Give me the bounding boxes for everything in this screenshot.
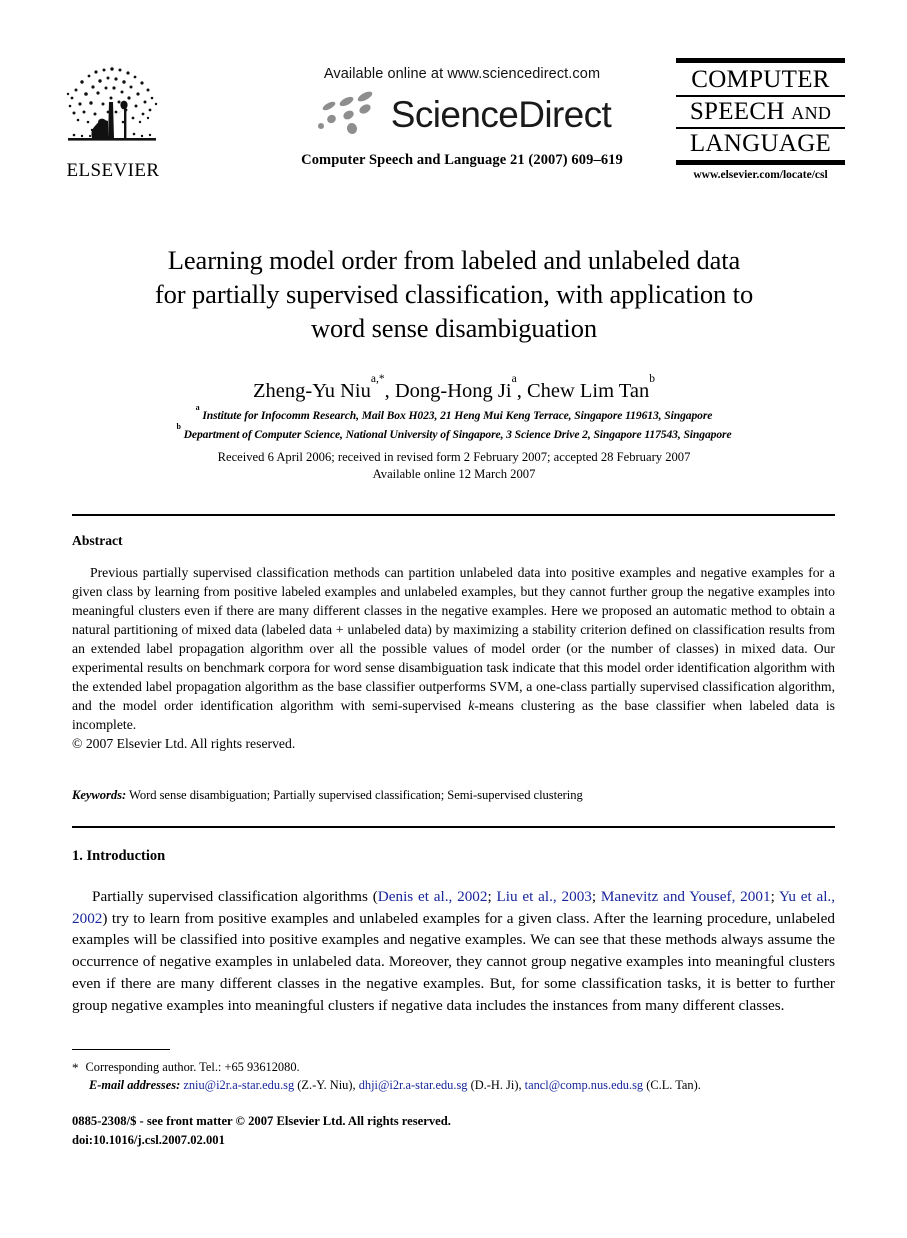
affiliation-b-mark: b [176,421,181,431]
divider-above-abstract [72,514,835,516]
affiliation-a-mark: a [195,403,200,412]
issn-front-matter-line: 0885-2308/$ - see front matter © 2007 El… [72,1114,451,1128]
abstract-paragraph: Previous partially supervised classifica… [72,563,835,734]
journal-logo-frame: COMPUTER SPEECH AND LANGUAGE [676,58,845,165]
author-3-name: Chew Lim Tan [526,380,650,402]
citation-link-2[interactable]: Liu et al., 2003 [497,888,592,905]
keywords-line: Keywords: Word sense disambiguation; Par… [72,788,835,803]
title-block: Learning model order from labeled and un… [103,243,805,346]
citation-sep-1: ; [487,888,497,905]
affiliation-a-text: Institute for Infocomm Research, Mail Bo… [202,408,713,422]
email-link-1[interactable]: zniu@i2r.a-star.edu.sg [183,1078,294,1092]
intro-lead-text: Partially supervised classification algo… [92,888,378,905]
author-3: Chew Lim Tanb [526,373,655,402]
abstract-heading: Abstract [72,533,123,548]
journal-logo-line-1: COMPUTER [691,66,830,93]
page-title: Learning model order from labeled and un… [103,243,805,346]
journal-citation-line: Computer Speech and Language 21 (2007) 6… [301,152,623,168]
journal-logo-line-2-small: AND [791,103,832,123]
divider-below-keywords [72,826,835,828]
masthead: ELSEVIER Available online at www.science… [62,58,845,203]
keywords-label: Keywords: [72,788,127,802]
received-dates-line: Received 6 April 2006; received in revis… [217,450,691,464]
sciencedirect-logo: ScienceDirect [252,89,672,139]
citation-sep-3: ; [770,888,780,905]
affiliation-b-text: Department of Computer Science, National… [183,427,732,441]
footnote-corresponding-author: * Corresponding author. Tel.: +65 9361208… [72,1057,835,1076]
footnote-divider [72,1049,170,1050]
doi-line: doi:10.1016/j.csl.2007.02.001 [72,1132,225,1147]
journal-logo-box: COMPUTER SPEECH AND LANGUAGE www.elsevie… [676,58,845,181]
keywords-terms: Word sense disambiguation; Partially sup… [129,788,583,802]
email-link-3[interactable]: tancl@comp.nus.edu.sg [525,1078,643,1092]
title-line-1: Learning model order from labeled and un… [167,245,741,275]
sciencedirect-wordmark: ScienceDirect [390,93,612,135]
footnote-star-marker: * [72,1060,79,1075]
email-owner-2: (D.-H. Ji) [470,1078,519,1093]
affiliation-b: b Department of Computer Science, Nation… [103,421,805,444]
abstract-copyright: © 2007 Elsevier Ltd. All rights reserved… [72,736,296,752]
journal-logo-line-2: SPEECH AND [676,95,845,127]
citation-sep-2: ; [591,888,601,905]
author-2-name: Dong-Hong Ji [394,380,512,402]
sciencedirect-dots-icon [313,89,387,137]
author-list: Zheng-Yu Niua,*, Dong-Hong Jia, Chew Lim… [103,373,805,403]
available-online-date: Available online 12 March 2007 [372,467,536,482]
footnote-block: * Corresponding author. Tel.: +65 9361208… [72,1057,835,1095]
author-2-marks: a [511,372,517,385]
email-link-2[interactable]: dhji@i2r.a-star.edu.sg [359,1078,468,1092]
footer-block: 0885-2308/$ - see front matter © 2007 El… [72,1112,835,1150]
journal-logo-line-3: LANGUAGE [676,127,845,159]
author-1-marks: a,* [370,372,385,385]
introduction-body: Partially supervised classification algo… [72,886,835,1016]
section-heading-introduction: 1. Introduction [72,848,166,864]
intro-rest-text: ) try to learn from positive examples an… [72,909,835,1014]
publication-dates: Received 6 April 2006; received in revis… [103,449,805,484]
elsevier-logo: ELSEVIER [62,60,164,190]
affiliation-list: a Institute for Infocomm Research, Mail … [103,403,805,444]
title-line-2: for partially supervised classification,… [154,279,754,310]
email-owner-1: (Z.-Y. Niu) [297,1078,353,1093]
email-owner-3: (C.L. Tan) [646,1078,698,1093]
author-3-marks: b [649,372,655,385]
sciencedirect-block: Available online at www.sciencedirect.co… [252,66,672,169]
author-2: Dong-Hong Jia [394,373,517,402]
abstract-body: Previous partially supervised classifica… [72,563,835,753]
author-1-name: Zheng-Yu Niu [253,380,371,402]
abstract-text-part-1: Previous partially supervised classifica… [72,565,835,714]
footnote-emails-label: E-mail addresses: [89,1078,181,1093]
title-line-3: word sense disambiguation [310,313,597,344]
author-sep-2: , [516,380,527,402]
citation-link-3[interactable]: Manevitz and Yousef, 2001 [601,888,771,905]
available-online-text: Available online at www.sciencedirect.co… [323,66,601,82]
citation-link-1[interactable]: Denis et al., 2002 [378,888,488,905]
footnote-corresponding-text: Corresponding author. Tel.: +65 93612080… [85,1060,300,1074]
introduction-paragraph: Partially supervised classification algo… [72,886,835,1016]
journal-logo-line-2-main: SPEECH [689,98,785,125]
elsevier-wordmark: ELSEVIER [66,160,160,181]
affiliation-a: a Institute for Infocomm Research, Mail … [103,403,805,425]
elsevier-tree-icon [62,60,162,160]
footnote-emails: E-mail addresses: zniu@i2r.a-star.edu.sg… [89,1078,701,1093]
paper-page: ELSEVIER Available online at www.science… [0,0,907,1238]
author-sep-1: , [384,380,395,402]
journal-url: www.elsevier.com/locate/csl [693,169,828,181]
author-1: Zheng-Yu Niua,* [253,373,385,402]
